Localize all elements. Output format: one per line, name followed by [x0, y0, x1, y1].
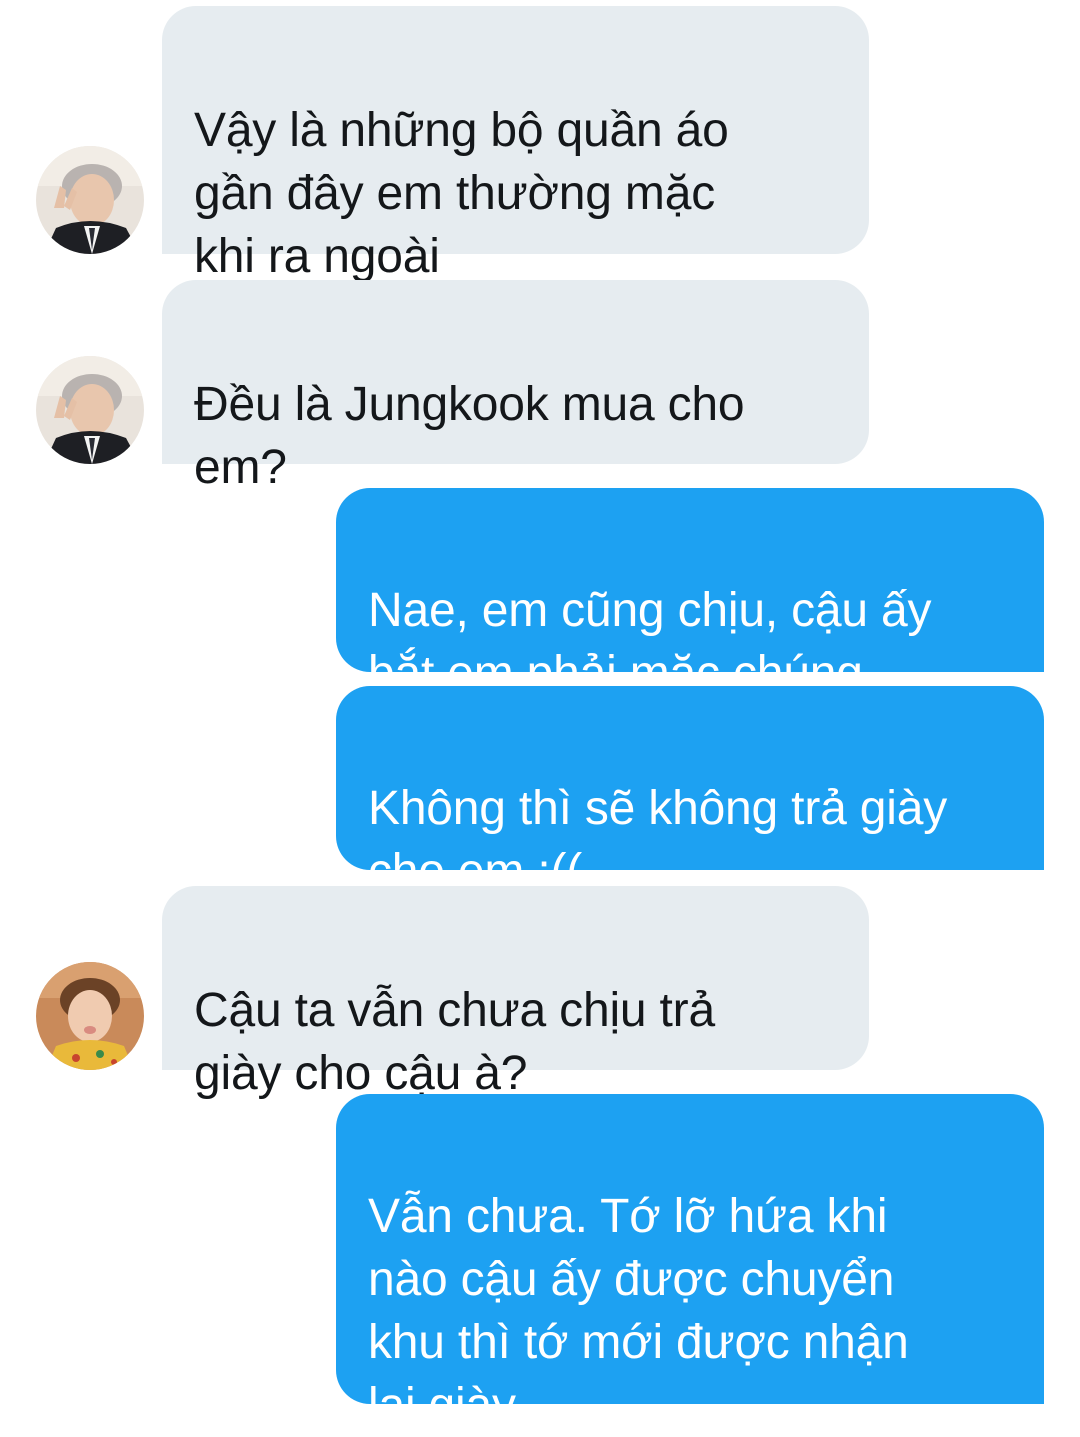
message-bubble-outgoing[interactable]: Nae, em cũng chịu, cậu ấy bắt em phải mặ…: [336, 488, 1044, 700]
profile-photo-icon: [36, 146, 144, 254]
avatar[interactable]: [36, 356, 144, 464]
profile-photo-icon: [36, 962, 144, 1070]
message-bubble-incoming[interactable]: Đều là Jungkook mua cho em?: [162, 280, 869, 494]
message-bubble-outgoing[interactable]: Vẫn chưa. Tớ lỡ hứa khi nào cậu ấy được …: [336, 1094, 1044, 1432]
message-text: Cậu ta vẫn chưa chịu trả giày cho cậu à?: [194, 984, 715, 1100]
message-bubble-incoming[interactable]: Vậy là những bộ quần áo gần đây em thườn…: [162, 6, 869, 283]
message-text: Vậy là những bộ quần áo gần đây em thườn…: [194, 104, 729, 283]
message-bubble-incoming[interactable]: Cậu ta vẫn chưa chịu trả giày cho cậu à?: [162, 886, 869, 1100]
message-bubble-outgoing[interactable]: Không thì sẽ không trả giày cho em :((: [336, 686, 1044, 898]
message-text: Nae, em cũng chịu, cậu ấy bắt em phải mặ…: [368, 584, 932, 700]
message-text: Đều là Jungkook mua cho em?: [194, 378, 745, 494]
profile-photo-icon: [36, 356, 144, 464]
message-text: Không thì sẽ không trả giày cho em :((: [368, 782, 947, 898]
avatar[interactable]: [36, 146, 144, 254]
avatar[interactable]: [36, 962, 144, 1070]
message-text: Vẫn chưa. Tớ lỡ hứa khi nào cậu ấy được …: [368, 1190, 909, 1432]
